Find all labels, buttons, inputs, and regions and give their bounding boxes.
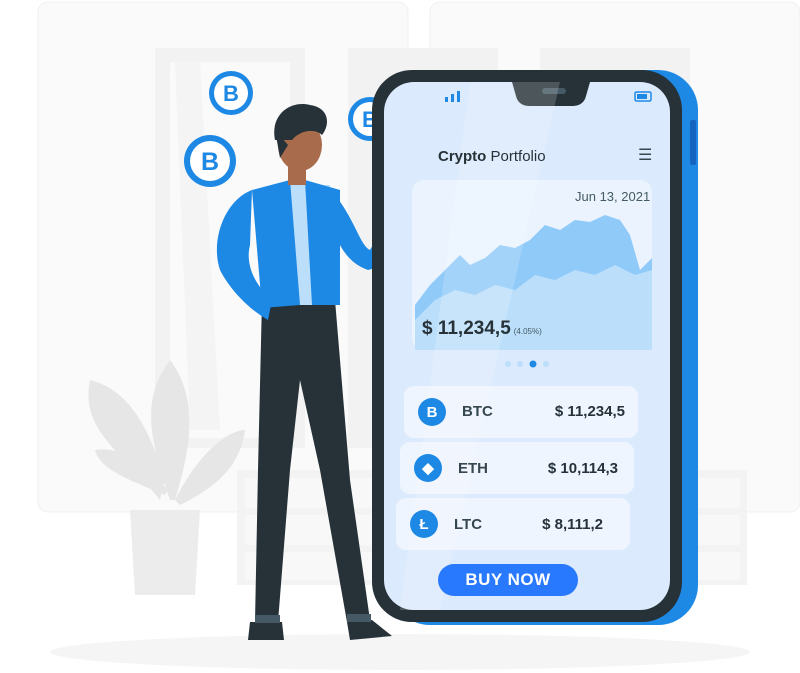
coin-symbol: ETH	[458, 460, 488, 477]
chart-date: Jun 13, 2021	[575, 189, 651, 204]
app-title-bold: Crypto	[438, 148, 487, 165]
illustration: B B B	[37, 1, 800, 670]
svg-text:B: B	[223, 81, 239, 106]
portfolio-change: (4.05%)	[513, 327, 542, 336]
carousel-dot-active[interactable]	[529, 360, 537, 368]
coin-value: $ 8,111,2	[542, 516, 603, 533]
coin-value: $ 10,114,3	[547, 460, 618, 477]
bitcoin-coin-1: B	[209, 71, 253, 115]
litecoin-icon: Ł	[410, 510, 438, 538]
bitcoin-coin-3: B	[184, 135, 236, 187]
coin-symbol: BTC	[462, 403, 493, 420]
carousel-dot[interactable]	[505, 361, 511, 367]
coin-value: $ 11,234,5	[554, 403, 625, 420]
floor-shadow	[50, 634, 750, 670]
portfolio-total: $ 11,234,5 (4.05%)	[422, 318, 542, 340]
svg-text:B: B	[201, 148, 219, 176]
portfolio-total-value: $ 11,234,5	[422, 318, 511, 339]
bitcoin-icon: B	[418, 398, 446, 426]
app-title-light: Portfolio	[490, 148, 546, 165]
carousel-dot[interactable]	[543, 361, 549, 367]
carousel-dot[interactable]	[517, 361, 523, 367]
app-title: Crypto Portfolio	[438, 148, 546, 165]
hamburger-menu-icon[interactable]: ☰	[638, 145, 652, 165]
buy-now-button[interactable]: BUY NOW	[438, 564, 578, 596]
ethereum-icon: ◆	[414, 454, 442, 482]
coin-symbol: LTC	[454, 516, 483, 533]
